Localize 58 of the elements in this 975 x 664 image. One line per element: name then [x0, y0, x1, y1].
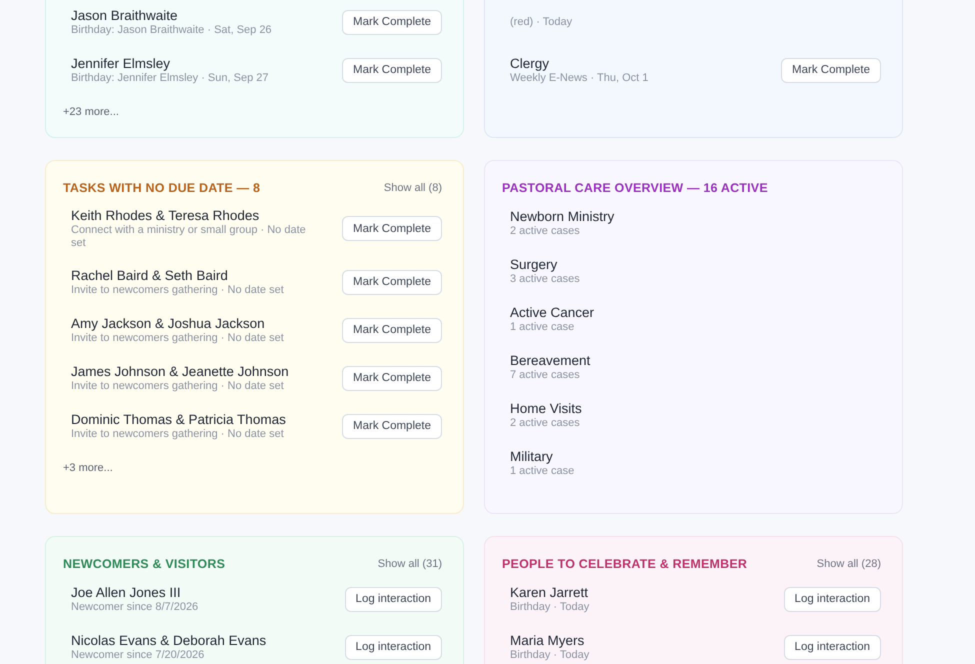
item-name: Home Visits — [510, 400, 582, 417]
item-name: Keith Rhodes & Teresa Rhodes — [71, 207, 260, 224]
item-detail: Invite to newcomers gathering · No date set — [71, 332, 284, 345]
item-detail: Birthday · Today — [510, 649, 590, 662]
item-name: Rachel Baird & Seth Baird — [71, 267, 229, 284]
card-title: TASKS WITH NO DUE DATE — 8 — [63, 181, 260, 195]
item-detail: Newcomer since 7/20/2026 — [71, 649, 206, 662]
item-name: Maria Myers — [510, 632, 586, 649]
mark-complete-button[interactable]: Mark Complete — [342, 414, 442, 438]
mark-complete-button[interactable]: Mark Complete — [781, 58, 881, 82]
show-all-link[interactable]: Show all (31) — [378, 558, 442, 570]
item-detail: Birthday: Jason Braithwaite · Sat, Sep 26 — [71, 24, 272, 37]
item-detail: Invite to newcomers gathering · No date set — [71, 380, 285, 393]
item-detail: Weekly E-News · Thu, Oct 1 — [510, 72, 648, 85]
item-detail: 2 active cases — [510, 225, 581, 238]
mark-complete-button[interactable]: Mark Complete — [342, 270, 442, 294]
item-detail: Connect with a ministry or small group · No date set — [71, 224, 307, 250]
more-link[interactable]: +3 more... — [63, 462, 113, 474]
item-detail: Newcomer since 8/7/2026 — [71, 601, 198, 614]
item-detail: 2 active cases — [510, 417, 581, 430]
mark-complete-button[interactable]: Mark Complete — [342, 366, 442, 390]
log-interaction-button[interactable]: Log interaction — [344, 634, 442, 660]
item-detail: (red) · Today — [510, 16, 572, 28]
show-all-link[interactable]: Show all (28) — [816, 558, 881, 570]
item-name: Active Cancer — [510, 304, 594, 321]
item-name: Newborn Ministry — [510, 208, 614, 225]
item-detail: 1 active case — [510, 321, 576, 334]
item-name: James Johnson & Jeanette Johnson — [71, 363, 289, 380]
item-detail: Invite to newcomers gathering · No date set — [71, 284, 284, 297]
mark-complete-button[interactable]: Mark Complete — [342, 10, 442, 34]
item-name: Bereavement — [510, 352, 590, 369]
item-name: Joe Allen Jones III — [71, 584, 182, 601]
item-name: Karen Jarrett — [510, 584, 590, 601]
item-name: Nicolas Evans & Deborah Evans — [71, 632, 266, 649]
item-detail: 1 active case — [510, 465, 574, 478]
item-detail: 3 active cases — [510, 273, 580, 286]
mark-complete-button[interactable]: Mark Complete — [342, 58, 442, 82]
mark-complete-button[interactable]: Mark Complete — [342, 216, 442, 241]
log-interaction-button[interactable]: Log interaction — [344, 586, 442, 612]
item-detail: Birthday · Today — [510, 601, 590, 614]
more-link[interactable]: +23 more... — [63, 106, 119, 118]
show-all-link[interactable]: Show all (8) — [384, 182, 442, 194]
card-title: NEWCOMERS & VISITORS — [63, 557, 226, 571]
log-interaction-button[interactable]: Log interaction — [784, 586, 881, 612]
item-name: Amy Jackson & Joshua Jackson — [71, 315, 266, 332]
item-name: Surgery — [510, 256, 558, 273]
item-detail: Birthday: Jennifer Elmsley · Sun, Sep 27 — [71, 72, 268, 85]
card-title: PEOPLE TO CELEBRATE & REMEMBER — [502, 557, 748, 571]
card-title: PASTORAL CARE OVERVIEW — 16 ACTIVE — [502, 181, 768, 195]
item-name: Dominic Thomas & Patricia Thomas — [71, 411, 286, 428]
log-interaction-button[interactable]: Log interaction — [784, 634, 881, 660]
item-name: Jennifer Elmsley — [71, 55, 172, 72]
item-detail: 7 active cases — [510, 369, 581, 382]
item-name: Military — [510, 448, 554, 465]
item-detail: Invite to newcomers gathering · No date set — [71, 428, 285, 441]
item-name: Jason Braithwaite — [71, 7, 179, 24]
mark-complete-button[interactable]: Mark Complete — [342, 318, 442, 342]
item-name: Clergy — [510, 55, 550, 72]
